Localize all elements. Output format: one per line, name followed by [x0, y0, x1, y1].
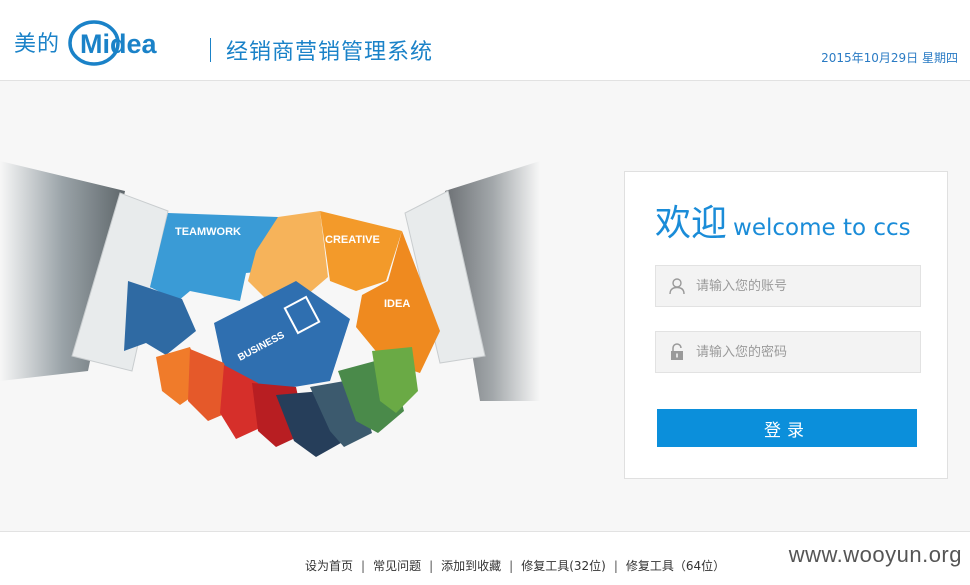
- brand-divider: [210, 38, 211, 62]
- svg-text:CREATIVE: CREATIVE: [325, 234, 380, 246]
- footer-separator: |: [509, 559, 514, 573]
- svg-text:TEAMWORK: TEAMWORK: [175, 226, 241, 238]
- footer: 设为首页 | 常见问题 | 添加到收藏 | 修复工具(32位) | 修复工具（64位） www.…: [0, 531, 970, 585]
- user-icon: [669, 278, 685, 295]
- header: 美的 Midea 经销商营销管理系统 2015年10月29日 星期四: [0, 0, 970, 81]
- midea-wordmark: Midea: [66, 18, 190, 66]
- handshake-puzzle-illustration: TEAMWORK CREATIVE IDEA BUSINESS: [0, 161, 540, 457]
- password-field[interactable]: [655, 331, 921, 373]
- welcome-cn: 欢迎: [655, 203, 728, 244]
- lock-icon: [671, 343, 683, 360]
- footer-links: 设为首页 | 常见问题 | 添加到收藏 | 修复工具(32位) | 修复工具（64位）: [305, 557, 725, 574]
- footer-separator: |: [613, 559, 618, 573]
- svg-text:IDEA: IDEA: [384, 298, 410, 310]
- footer-link-faq[interactable]: 常见问题: [373, 559, 421, 573]
- login-panel: 欢迎welcome to ccs 登录: [624, 171, 948, 479]
- welcome-heading: 欢迎 welcome to ccs: [655, 194, 911, 246]
- footer-link-set-homepage[interactable]: 设为首页: [305, 559, 353, 573]
- welcome-en: welcome to ccs: [733, 215, 911, 241]
- password-input[interactable]: [696, 332, 911, 372]
- header-date: 2015年10月29日 星期四: [821, 51, 958, 65]
- watermark: www.wooyun.org: [788, 542, 962, 567]
- username-field[interactable]: [655, 265, 921, 307]
- system-title: 经销商营销管理系统: [226, 40, 434, 65]
- login-button[interactable]: 登录: [657, 409, 917, 447]
- midea-logo: 美的 Midea: [14, 18, 190, 66]
- username-input[interactable]: [696, 266, 911, 306]
- footer-link-repair-tool-32[interactable]: 修复工具(32位): [521, 559, 606, 573]
- brand-cn: 美的: [14, 32, 61, 57]
- footer-separator: |: [429, 559, 434, 573]
- main-area: TEAMWORK CREATIVE IDEA BUSINESS 欢迎 welcom…: [0, 81, 970, 531]
- svg-text:Midea: Midea: [80, 29, 158, 59]
- footer-separator: |: [361, 559, 366, 573]
- footer-link-repair-tool-64[interactable]: 修复工具（64位）: [626, 559, 725, 573]
- footer-link-add-favorite[interactable]: 添加到收藏: [441, 559, 501, 573]
